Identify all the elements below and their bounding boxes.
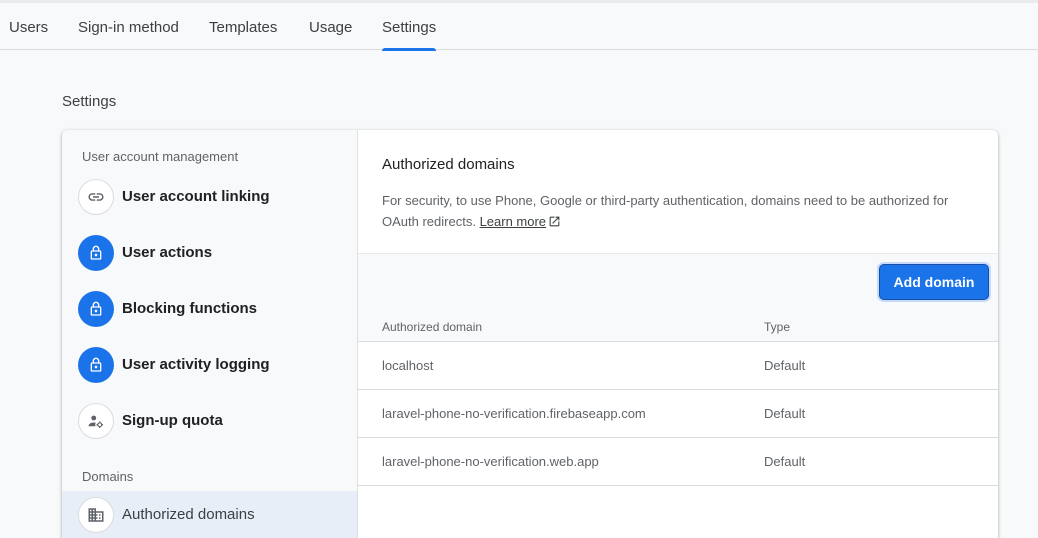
authorized-domains-panel: Authorized domains For security, to use … <box>358 130 998 538</box>
tab-settings[interactable]: Settings <box>382 3 437 51</box>
type-cell: Default <box>764 358 806 373</box>
page-title: Settings <box>62 93 117 110</box>
sidebar-item-user-account-linking[interactable]: User account linking <box>62 173 357 221</box>
building-icon <box>78 497 114 533</box>
user-settings-icon <box>78 403 114 439</box>
table-row[interactable]: laravel-phone-no-verification.web.app De… <box>358 438 998 486</box>
section-label-domains: Domains <box>82 469 134 484</box>
settings-card: User account management User account lin… <box>62 130 998 538</box>
sidebar-item-label: User actions <box>122 244 213 261</box>
settings-sidebar: User account management User account lin… <box>62 130 358 538</box>
sidebar-item-label: User activity logging <box>122 356 270 373</box>
sidebar-item-label: Sign-up quota <box>122 412 223 429</box>
table-header: Authorized domain Type <box>358 314 998 342</box>
column-header-type: Type <box>764 320 791 334</box>
add-domain-button[interactable]: Add domain <box>879 264 989 300</box>
description-text: For security, to use Phone, Google or th… <box>382 193 949 229</box>
sidebar-item-label: User account linking <box>122 188 270 205</box>
sidebar-item-authorized-domains[interactable]: Authorized domains <box>62 491 357 538</box>
sidebar-item-user-actions[interactable]: User actions <box>62 229 357 277</box>
tab-bar: Users Sign-in method Templates Usage Set… <box>0 3 1038 51</box>
tab-users[interactable]: Users <box>9 3 48 50</box>
lock-icon <box>78 291 114 327</box>
table-empty-area <box>358 486 998 538</box>
sidebar-item-blocking-functions[interactable]: Blocking functions <box>62 285 357 333</box>
link-icon <box>78 179 114 215</box>
sidebar-item-label: Blocking functions <box>122 300 257 317</box>
type-cell: Default <box>764 454 806 469</box>
domain-cell: laravel-phone-no-verification.firebaseap… <box>382 406 646 421</box>
section-label-user-account: User account management <box>82 149 239 164</box>
external-link-icon[interactable] <box>548 213 561 234</box>
sidebar-item-label: Authorized domains <box>122 506 255 523</box>
panel-description: For security, to use Phone, Google or th… <box>382 190 962 234</box>
domain-cell: laravel-phone-no-verification.web.app <box>382 454 599 469</box>
tab-sign-in-method[interactable]: Sign-in method <box>78 3 179 50</box>
column-header-domain: Authorized domain <box>382 320 483 334</box>
table-row[interactable]: localhost Default <box>358 342 998 390</box>
panel-title: Authorized domains <box>382 156 515 173</box>
domain-cell: localhost <box>382 358 434 373</box>
tab-usage[interactable]: Usage <box>309 3 352 50</box>
type-cell: Default <box>764 406 806 421</box>
sidebar-item-sign-up-quota[interactable]: Sign-up quota <box>62 397 357 445</box>
sidebar-item-user-activity-logging[interactable]: User activity logging <box>62 341 357 389</box>
lock-icon <box>78 235 114 271</box>
lock-icon <box>78 347 114 383</box>
tab-templates[interactable]: Templates <box>209 3 277 50</box>
table-row[interactable]: laravel-phone-no-verification.firebaseap… <box>358 390 998 438</box>
table-toolbar: Add domain <box>358 254 998 314</box>
learn-more-link[interactable]: Learn more <box>480 214 546 229</box>
panel-header: Authorized domains For security, to use … <box>358 130 998 254</box>
